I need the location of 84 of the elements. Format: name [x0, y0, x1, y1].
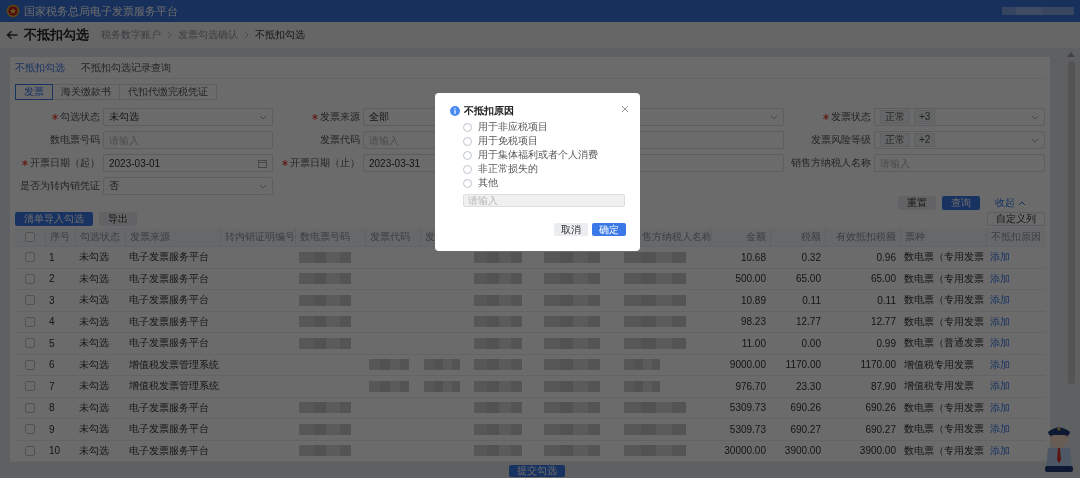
breadcrumb-current: 不抵扣勾选 — [255, 28, 305, 42]
field-label: 是否为转内销凭证 — [20, 179, 100, 193]
table-cell-text: 23.30 — [794, 379, 822, 394]
table-cell-text: 5 — [48, 336, 56, 351]
table-cell-text: 690.26 — [789, 401, 822, 416]
table-cell-text: 8 — [48, 401, 56, 416]
table-cell-text: 未勾选 — [78, 422, 110, 437]
table-cell-text: 98.23 — [739, 315, 767, 330]
table-cell-text: 数电票（专用发票 — [903, 271, 985, 286]
table-cell-text: 数电票（专用发票 — [903, 422, 985, 437]
table-cell-text: 电子发票服务平台 — [128, 400, 210, 415]
field-label: 发票代码 — [320, 133, 360, 147]
table-cell-text: 电子发票服务平台 — [128, 271, 210, 286]
table-cell-text: 9 — [48, 422, 56, 437]
table-cell-text: 电子发票服务平台 — [128, 250, 210, 265]
table-cell-text: 未勾选 — [78, 400, 110, 415]
table-cell-text: 1170.00 — [784, 358, 822, 373]
field-label: 发票来源 — [320, 110, 360, 124]
table-cell-text: 690.26 — [864, 401, 897, 416]
table-cell-text: 增值税专用发票 — [903, 379, 975, 394]
table-cell-text: 976.70 — [734, 379, 767, 394]
table-cell-text: 数电票（专用发票 — [903, 293, 985, 308]
field-label: 发票状态 — [831, 110, 871, 124]
table-cell-text: 4 — [48, 315, 56, 330]
table-cell-text: 3900.00 — [858, 444, 897, 459]
table-cell-text: 未勾选 — [78, 314, 110, 329]
table-cell-text: 电子发票服务平台 — [128, 422, 210, 437]
app-title: 国家税务总局电子发票服务平台 — [24, 3, 178, 19]
table-cell-text: 9000.00 — [728, 358, 767, 373]
table-cell-text: 12.77 — [794, 315, 822, 330]
table-cell-text: 数电票（专用发票 — [903, 314, 985, 329]
table-cell-text: 电子发票服务平台 — [128, 314, 210, 329]
table-cell-text: 690.27 — [789, 422, 822, 437]
table-cell-text: 87.90 — [869, 379, 897, 394]
table-cell-text: 10 — [48, 444, 62, 459]
table-cell-text: 690.27 — [864, 422, 897, 437]
table-cell-text: 电子发票服务平台 — [128, 336, 210, 351]
table-cell-text: 1 — [48, 250, 56, 265]
table-cell-text: 1170.00 — [859, 358, 897, 373]
table-cell-text: 增值税专用发票 — [903, 357, 975, 372]
field-label: 发票风险等级 — [811, 133, 871, 147]
table-cell-text: 数电票（专用发票 — [903, 400, 985, 415]
table-cell-text: 65.00 — [869, 272, 897, 287]
table-cell-text: 30000.00 — [723, 444, 767, 459]
table-cell-text: 未勾选 — [78, 357, 110, 372]
table-cell-text: 7 — [48, 379, 56, 394]
table-cell-text: 电子发票服务平台 — [128, 293, 210, 308]
page-title: 不抵扣勾选 — [24, 26, 89, 44]
table-cell-text: 数电票（专用发票 — [903, 250, 985, 265]
table-cell-text: 0.32 — [800, 250, 822, 265]
table-cell-text: 未勾选 — [78, 379, 110, 394]
table-cell-text: 未勾选 — [78, 271, 110, 286]
table-cell-text: 0.00 — [800, 336, 822, 351]
table-cell-text: 数电票（普通发票 — [903, 336, 985, 351]
table-cell-text: 3 — [48, 293, 56, 308]
field-label: 勾选状态 — [60, 110, 100, 124]
dialog-title: 不抵扣原因 — [464, 104, 514, 118]
table-cell-text: 0.11 — [876, 293, 897, 308]
table-cell-text: 11.00 — [740, 336, 767, 351]
table-cell-text: 未勾选 — [78, 443, 110, 458]
table-cell-text: 2 — [48, 272, 56, 287]
table-cell-text: 增值税发票管理系统 — [128, 379, 220, 394]
field-label: 数电票号码 — [50, 133, 100, 147]
table-cell-text: 10.89 — [739, 293, 767, 308]
table-cell-text: 未勾选 — [78, 250, 110, 265]
table-cell-text: 增值税发票管理系统 — [128, 357, 220, 372]
table-cell-text: 数电票（专用发票 — [903, 443, 985, 458]
table-cell-text: 未勾选 — [78, 293, 110, 308]
tag: +3 — [914, 110, 936, 124]
table-cell-text: 3900.00 — [783, 444, 822, 459]
table-cell-text: 5309.73 — [728, 422, 767, 437]
table-cell-text: 0.11 — [801, 293, 822, 308]
table-cell-text: 未勾选 — [78, 336, 110, 351]
table-cell-text: 65.00 — [794, 272, 822, 287]
table-cell-text: 0.96 — [875, 250, 897, 265]
table-cell-text: 5309.73 — [728, 401, 767, 416]
table-cell-text: 500.00 — [734, 272, 767, 287]
table-cell-text: 12.77 — [869, 315, 897, 330]
table-cell-text: 电子发票服务平台 — [128, 443, 210, 458]
field-label: 销售方纳税人名称 — [791, 156, 871, 170]
table-cell-text: 6 — [48, 358, 56, 373]
table-cell-text: 10.68 — [739, 250, 767, 265]
table-cell-text: 0.99 — [875, 336, 897, 351]
tag: +2 — [914, 133, 936, 147]
